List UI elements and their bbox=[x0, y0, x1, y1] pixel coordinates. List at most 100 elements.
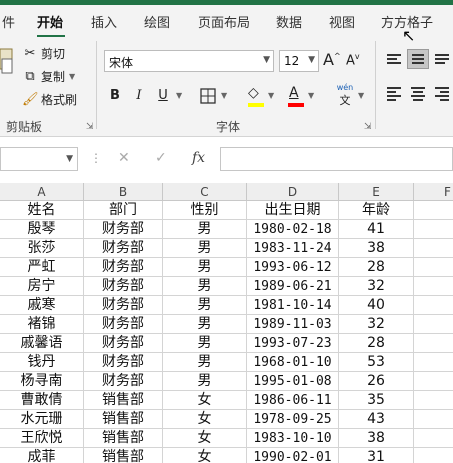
tab-file[interactable]: 件 bbox=[2, 12, 15, 31]
cell-name[interactable]: 钱丹 bbox=[0, 353, 84, 372]
cell-birth-date[interactable]: 1986-06-11 bbox=[247, 391, 339, 410]
cell-birth-date[interactable]: 1993-06-12 bbox=[247, 258, 339, 277]
column-header-d[interactable]: D bbox=[247, 183, 339, 201]
column-header-b[interactable]: B bbox=[84, 183, 163, 201]
italic-button[interactable]: I bbox=[128, 85, 150, 107]
align-top-button[interactable] bbox=[383, 49, 405, 69]
cell-birth-date[interactable]: 1989-06-21 bbox=[247, 277, 339, 296]
cell-department[interactable]: 财务部 bbox=[84, 315, 163, 334]
cell-age[interactable]: 28 bbox=[339, 334, 414, 353]
tab-page-layout[interactable]: 页面布局 bbox=[198, 12, 250, 31]
cell-gender[interactable]: 男 bbox=[163, 372, 247, 391]
cell-name[interactable]: 张莎 bbox=[0, 239, 84, 258]
cell-gender[interactable]: 男 bbox=[163, 296, 247, 315]
font-size-combo[interactable]: 12 ▼ bbox=[279, 50, 319, 72]
cell-gender[interactable]: 女 bbox=[163, 448, 247, 463]
cell-empty[interactable] bbox=[414, 277, 453, 296]
cell-birth-date[interactable]: 1983-11-24 bbox=[247, 239, 339, 258]
cell-department[interactable]: 财务部 bbox=[84, 239, 163, 258]
copy-button[interactable]: ⧉ 复制 ▼ bbox=[22, 68, 75, 85]
cell-age[interactable]: 38 bbox=[339, 429, 414, 448]
cell-department[interactable]: 财务部 bbox=[84, 258, 163, 277]
cell-department[interactable]: 销售部 bbox=[84, 410, 163, 429]
cell-empty[interactable] bbox=[414, 201, 453, 220]
cell-empty[interactable] bbox=[414, 220, 453, 239]
chevron-down-icon[interactable]: ▼ bbox=[268, 91, 274, 100]
format-painter-button[interactable]: 🖌 格式刷 bbox=[22, 91, 77, 108]
cell-name[interactable]: 殷琴 bbox=[0, 220, 84, 239]
cell-gender[interactable]: 男 bbox=[163, 277, 247, 296]
cell-gender[interactable]: 性别 bbox=[163, 201, 247, 220]
cell-empty[interactable] bbox=[414, 334, 453, 353]
clipboard-dialog-launcher-icon[interactable]: ⇲ bbox=[86, 122, 94, 132]
align-right-button[interactable] bbox=[431, 83, 453, 103]
cell-empty[interactable] bbox=[414, 448, 453, 463]
cell-birth-date[interactable]: 1981-10-14 bbox=[247, 296, 339, 315]
bold-button[interactable]: B bbox=[104, 85, 126, 107]
cell-department[interactable]: 财务部 bbox=[84, 353, 163, 372]
underline-button[interactable]: U bbox=[152, 85, 174, 107]
cell-empty[interactable] bbox=[414, 258, 453, 277]
chevron-down-icon[interactable]: ▼ bbox=[176, 91, 182, 100]
cell-gender[interactable]: 男 bbox=[163, 353, 247, 372]
insert-function-button[interactable]: fx bbox=[192, 150, 205, 166]
cell-name[interactable]: 成菲 bbox=[0, 448, 84, 463]
cell-gender[interactable]: 男 bbox=[163, 258, 247, 277]
font-name-combo[interactable]: 宋体 ▼ bbox=[104, 50, 274, 72]
cell-name[interactable]: 杨寻南 bbox=[0, 372, 84, 391]
grow-font-button[interactable]: A^ bbox=[323, 50, 341, 69]
chevron-down-icon[interactable]: ▼ bbox=[308, 91, 314, 100]
cell-empty[interactable] bbox=[414, 239, 453, 258]
cell-age[interactable]: 43 bbox=[339, 410, 414, 429]
cell-empty[interactable] bbox=[414, 391, 453, 410]
cell-age[interactable]: 32 bbox=[339, 277, 414, 296]
shrink-font-button[interactable]: Av bbox=[346, 52, 360, 68]
cell-department[interactable]: 财务部 bbox=[84, 277, 163, 296]
cell-empty[interactable] bbox=[414, 429, 453, 448]
cell-age[interactable]: 53 bbox=[339, 353, 414, 372]
cell-birth-date[interactable]: 1983-10-10 bbox=[247, 429, 339, 448]
chevron-down-icon[interactable]: ▼ bbox=[358, 91, 364, 100]
cell-birth-date[interactable]: 1989-11-03 bbox=[247, 315, 339, 334]
cell-gender[interactable]: 男 bbox=[163, 220, 247, 239]
cell-empty[interactable] bbox=[414, 372, 453, 391]
cell-gender[interactable]: 女 bbox=[163, 391, 247, 410]
cell-gender[interactable]: 男 bbox=[163, 334, 247, 353]
cell-empty[interactable] bbox=[414, 296, 453, 315]
borders-icon[interactable] bbox=[200, 88, 216, 104]
cell-name[interactable]: 姓名 bbox=[0, 201, 84, 220]
cell-department[interactable]: 财务部 bbox=[84, 372, 163, 391]
cell-name[interactable]: 戚寒 bbox=[0, 296, 84, 315]
confirm-icon[interactable]: ✓ bbox=[155, 150, 167, 166]
align-left-button[interactable] bbox=[383, 83, 405, 103]
align-middle-button[interactable] bbox=[407, 49, 429, 69]
cell-gender[interactable]: 男 bbox=[163, 315, 247, 334]
cell-name[interactable]: 王欣悦 bbox=[0, 429, 84, 448]
tab-home[interactable]: 开始 bbox=[37, 12, 63, 31]
cell-name[interactable]: 曹敢倩 bbox=[0, 391, 84, 410]
cell-gender[interactable]: 女 bbox=[163, 410, 247, 429]
cell-department[interactable]: 销售部 bbox=[84, 391, 163, 410]
align-center-button[interactable] bbox=[407, 83, 429, 103]
phonetic-guide-button[interactable]: wén 文 bbox=[334, 83, 356, 109]
cell-department[interactable]: 财务部 bbox=[84, 334, 163, 353]
cell-birth-date[interactable]: 1995-01-08 bbox=[247, 372, 339, 391]
cell-department[interactable]: 财务部 bbox=[84, 220, 163, 239]
cell-name[interactable]: 严虹 bbox=[0, 258, 84, 277]
formula-input[interactable] bbox=[220, 147, 453, 171]
cell-age[interactable]: 28 bbox=[339, 258, 414, 277]
cell-birth-date[interactable]: 出生日期 bbox=[247, 201, 339, 220]
cell-empty[interactable] bbox=[414, 410, 453, 429]
cell-empty[interactable] bbox=[414, 315, 453, 334]
cell-name[interactable]: 褚锦 bbox=[0, 315, 84, 334]
column-header-e[interactable]: E bbox=[339, 183, 414, 201]
align-bottom-button[interactable] bbox=[431, 49, 453, 69]
cell-department[interactable]: 部门 bbox=[84, 201, 163, 220]
chevron-down-icon[interactable]: ▼ bbox=[66, 154, 73, 164]
tab-data[interactable]: 数据 bbox=[276, 12, 302, 31]
cell-age[interactable]: 32 bbox=[339, 315, 414, 334]
paste-icon[interactable] bbox=[0, 43, 14, 89]
column-header-c[interactable]: C bbox=[163, 183, 247, 201]
cell-gender[interactable]: 女 bbox=[163, 429, 247, 448]
tab-draw[interactable]: 绘图 bbox=[144, 12, 170, 31]
